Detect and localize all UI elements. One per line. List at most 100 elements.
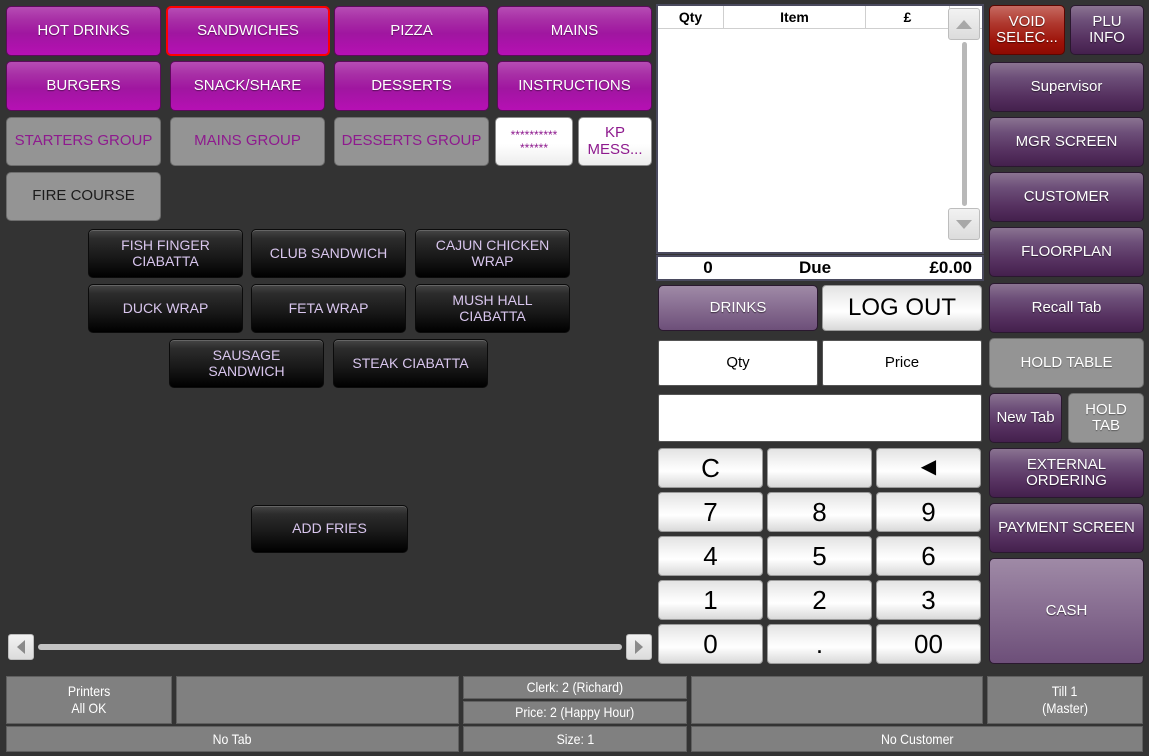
product-line-1: CAJUN CHICKEN — [435, 237, 550, 254]
group-button-desserts[interactable]: DESSERTS GROUP — [334, 117, 489, 166]
add-fries-button[interactable]: ADD FRIES — [251, 505, 408, 553]
hold-tab-button[interactable]: HOLD TAB — [1068, 393, 1144, 443]
total-quantity: 0 — [703, 258, 713, 277]
clerk-label: Clerk: 2 (Richard) — [526, 679, 624, 696]
status-price-level: Price: 2 (Happy Hour) — [463, 701, 687, 724]
keypad-label: 0 — [703, 628, 718, 659]
category-button-burgers[interactable]: BURGERS — [6, 61, 161, 111]
payment-screen-button[interactable]: PAYMENT SCREEN — [989, 503, 1144, 553]
qty-button[interactable]: Qty — [658, 340, 818, 386]
kp-message-button[interactable]: KP MESS... — [578, 117, 652, 166]
product-button-feta-wrap[interactable]: FETA WRAP — [251, 284, 406, 333]
product-button-cajun-chicken-wrap[interactable]: CAJUN CHICKEN WRAP — [415, 229, 570, 278]
category-button-mains[interactable]: MAINS — [497, 6, 652, 56]
add-fries-label: ADD FRIES — [292, 520, 367, 537]
chevron-down-icon — [956, 219, 972, 229]
group-label: DESSERTS GROUP — [341, 132, 482, 150]
supervisor-button[interactable]: Supervisor — [989, 62, 1144, 112]
keypad-label: 1 — [703, 584, 718, 615]
cash-button[interactable]: CASH — [989, 558, 1144, 664]
category-button-hot-drinks[interactable]: HOT DRINKS — [6, 6, 161, 56]
log-out-label: LOG OUT — [847, 294, 956, 322]
supervisor-label: Supervisor — [1030, 77, 1103, 95]
recall-tab-button[interactable]: Recall Tab — [989, 283, 1144, 333]
external-ordering-line-2: ORDERING — [1026, 472, 1107, 489]
category-button-snack-share[interactable]: SNACK/SHARE — [170, 61, 325, 111]
price-button[interactable]: Price — [822, 340, 982, 386]
keypad-button-8[interactable]: 8 — [767, 492, 872, 532]
product-button-sausage-sandwich[interactable]: SAUSAGE SANDWICH — [169, 339, 324, 388]
keypad-label: 6 — [921, 540, 936, 571]
fire-course-label: FIRE COURSE — [32, 187, 135, 205]
plu-info-button[interactable]: PLU INFO — [1070, 5, 1144, 55]
keypad-button-4[interactable]: 4 — [658, 536, 763, 576]
product-line-1: SAUSAGE — [212, 347, 281, 364]
category-button-pizza[interactable]: PIZZA — [334, 6, 489, 56]
product-button-steak-ciabatta[interactable]: STEAK CIABATTA — [333, 339, 488, 388]
no-tab-label: No Tab — [213, 730, 252, 747]
keypad-button-clear[interactable]: C — [658, 448, 763, 488]
keypad-button-decimal[interactable]: . — [767, 624, 872, 664]
scroll-down-button[interactable] — [948, 208, 980, 240]
keypad-button-1[interactable]: 1 — [658, 580, 763, 620]
size-label: Size: 1 — [556, 730, 594, 747]
customer-button[interactable]: CUSTOMER — [989, 172, 1144, 222]
till-line-2: (Master) — [1042, 700, 1088, 716]
due-amount: £0.00 — [929, 258, 972, 277]
product-panel-horizontal-scrollbar[interactable] — [8, 634, 652, 660]
category-button-sandwiches[interactable]: SANDWICHES — [166, 6, 330, 56]
due-label: Due — [798, 258, 832, 277]
hold-table-button[interactable]: HOLD TABLE — [989, 338, 1144, 388]
kp-message-line-2: MESS... — [587, 140, 643, 158]
keypad-button-9[interactable]: 9 — [876, 492, 981, 532]
new-tab-button[interactable]: New Tab — [989, 393, 1062, 443]
category-button-instructions[interactable]: INSTRUCTIONS — [497, 61, 652, 111]
receipt-vertical-scrollbar[interactable] — [948, 8, 980, 240]
fire-course-button[interactable]: FIRE COURSE — [6, 172, 161, 221]
keypad-label: 7 — [703, 496, 718, 527]
keypad-button-3[interactable]: 3 — [876, 580, 981, 620]
scroll-left-button[interactable] — [8, 634, 34, 660]
customer-label: CUSTOMER — [1023, 187, 1110, 205]
product-line-1: DUCK WRAP — [122, 299, 209, 316]
category-button-desserts[interactable]: DESSERTS — [334, 61, 489, 111]
keypad-button-double-zero[interactable]: 00 — [876, 624, 981, 664]
scrollbar-track[interactable] — [962, 42, 967, 206]
keypad-button-6[interactable]: 6 — [876, 536, 981, 576]
group-button-starters[interactable]: STARTERS GROUP — [6, 117, 161, 166]
drinks-button[interactable]: DRINKS — [658, 285, 818, 331]
status-size: Size: 1 — [463, 726, 687, 752]
group-button-mains[interactable]: MAINS GROUP — [170, 117, 325, 166]
void-line-1: VOID — [1008, 12, 1046, 30]
hold-tab-line-1: HOLD — [1085, 400, 1127, 418]
product-button-club-sandwich[interactable]: CLUB SANDWICH — [251, 229, 406, 278]
asterisk-button[interactable]: ********** ****** — [495, 117, 573, 166]
keypad-button-5[interactable]: 5 — [767, 536, 872, 576]
product-button-duck-wrap[interactable]: DUCK WRAP — [88, 284, 243, 333]
receipt-column-price: £ — [866, 6, 950, 28]
void-select-button[interactable]: VOID SELEC... — [989, 5, 1065, 55]
status-blank-right — [691, 676, 983, 724]
log-out-button[interactable]: LOG OUT — [822, 285, 982, 331]
product-button-fish-finger-ciabatta[interactable]: FISH FINGER CIABATTA — [88, 229, 243, 278]
numeric-display-field[interactable] — [658, 394, 982, 442]
printers-line-2: All OK — [71, 700, 107, 716]
mgr-screen-button[interactable]: MGR SCREEN — [989, 117, 1144, 167]
keypad-button-2[interactable]: 2 — [767, 580, 872, 620]
receipt-item-list[interactable] — [658, 29, 982, 243]
product-line-1: FETA WRAP — [288, 299, 369, 316]
qty-label: Qty — [726, 353, 750, 371]
scroll-right-button[interactable] — [626, 634, 652, 660]
keypad-label: 4 — [703, 540, 718, 571]
product-button-mush-hall-ciabatta[interactable]: MUSH HALL CIABATTA — [415, 284, 570, 333]
hold-table-label: HOLD TABLE — [1020, 353, 1113, 371]
external-ordering-button[interactable]: EXTERNAL ORDERING — [989, 448, 1144, 498]
scroll-up-button[interactable] — [948, 8, 980, 40]
keypad-button-backspace[interactable]: ◀ — [876, 448, 981, 488]
status-no-customer: No Customer — [691, 726, 1143, 752]
keypad-button-0[interactable]: 0 — [658, 624, 763, 664]
floorplan-button[interactable]: FLOORPLAN — [989, 227, 1144, 277]
keypad-button-blank[interactable] — [767, 448, 872, 488]
scrollbar-track[interactable] — [38, 644, 622, 650]
keypad-button-7[interactable]: 7 — [658, 492, 763, 532]
